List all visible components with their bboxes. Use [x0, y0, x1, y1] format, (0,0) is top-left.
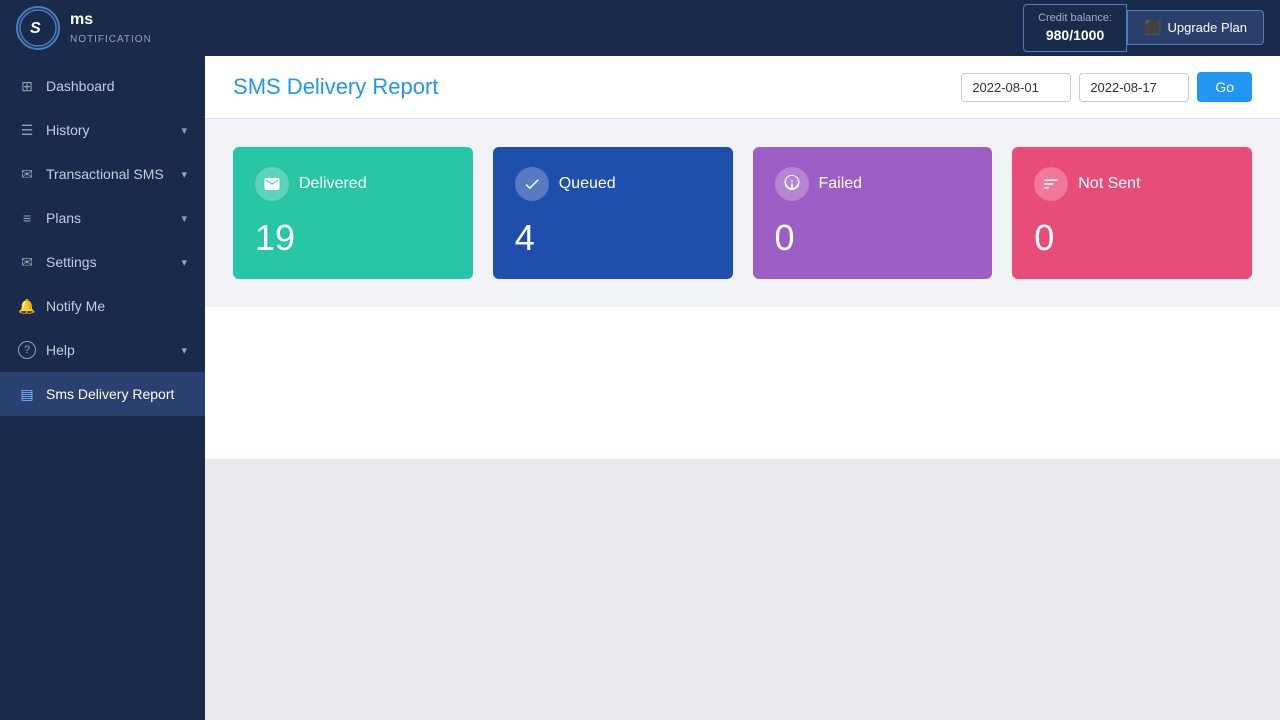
sidebar: ⊞ Dashboard ☰ History ▾ ✉ Transactional …: [0, 56, 205, 720]
notify-me-icon: 🔔: [18, 297, 36, 315]
sidebar-item-sms-delivery-report[interactable]: ▤ Sms Delivery Report: [0, 372, 205, 416]
sidebar-item-label: Help: [46, 342, 75, 358]
not-sent-header: Not Sent: [1034, 167, 1230, 201]
top-bar: S ms NOTIFICATION Credit balance: 980/10…: [0, 0, 1280, 56]
queued-header: Queued: [515, 167, 711, 201]
page-title-s: S: [233, 74, 248, 99]
content-panel: Delivered 19 Queued: [205, 119, 1280, 459]
stats-cards: Delivered 19 Queued: [233, 147, 1252, 279]
transactional-sms-icon: ✉: [18, 165, 36, 183]
not-sent-label: Not Sent: [1078, 175, 1140, 193]
chevron-down-icon: ▾: [181, 168, 187, 181]
dashboard-icon: ⊞: [18, 77, 36, 95]
failed-icon: [775, 167, 809, 201]
settings-icon: ✉: [18, 253, 36, 271]
sidebar-item-label: Notify Me: [46, 298, 105, 314]
logo-icon: S: [16, 6, 60, 50]
queued-value: 4: [515, 217, 711, 259]
date-filter: Go: [961, 72, 1252, 102]
sidebar-item-label: Transactional SMS: [46, 166, 164, 182]
sidebar-item-label: History: [46, 122, 90, 138]
sidebar-item-notify-me[interactable]: 🔔 Notify Me: [0, 284, 205, 328]
delivered-header: Delivered: [255, 167, 451, 201]
credit-amount: 980/1000: [1038, 26, 1112, 46]
delivered-value: 19: [255, 217, 451, 259]
sidebar-item-help[interactable]: ? Help ▾: [0, 328, 205, 372]
stat-card-not-sent: Not Sent 0: [1012, 147, 1252, 279]
not-sent-value: 0: [1034, 217, 1230, 259]
stat-card-failed: Failed 0: [753, 147, 993, 279]
top-right: Credit balance: 980/1000 ⬛ Upgrade Plan: [1023, 4, 1264, 53]
chevron-down-icon: ▾: [181, 212, 187, 225]
sidebar-item-transactional-sms[interactable]: ✉ Transactional SMS ▾: [0, 152, 205, 196]
help-icon: ?: [18, 341, 36, 359]
history-icon: ☰: [18, 121, 36, 139]
failed-label: Failed: [819, 175, 863, 193]
main-layout: ⊞ Dashboard ☰ History ▾ ✉ Transactional …: [0, 56, 1280, 720]
content-header: SMS Delivery Report Go: [205, 56, 1280, 119]
date-to-input[interactable]: [1079, 73, 1189, 102]
not-sent-icon: [1034, 167, 1068, 201]
sidebar-item-label: Settings: [46, 254, 97, 270]
chevron-down-icon: ▾: [181, 124, 187, 137]
stat-card-delivered: Delivered 19: [233, 147, 473, 279]
stat-card-queued: Queued 4: [493, 147, 733, 279]
delivered-icon: [255, 167, 289, 201]
stats-section: Delivered 19 Queued: [205, 119, 1280, 307]
svg-text:S: S: [30, 20, 41, 37]
credit-balance: Credit balance: 980/1000: [1023, 4, 1127, 53]
content-area: SMS Delivery Report Go: [205, 56, 1280, 720]
failed-header: Failed: [775, 167, 971, 201]
sidebar-item-label: Sms Delivery Report: [46, 386, 174, 402]
plans-icon: ≡: [18, 209, 36, 227]
go-button[interactable]: Go: [1197, 72, 1252, 102]
sidebar-item-settings[interactable]: ✉ Settings ▾: [0, 240, 205, 284]
upgrade-icon: ⬛: [1144, 19, 1161, 36]
queued-label: Queued: [559, 175, 616, 193]
chevron-down-icon: ▾: [181, 256, 187, 269]
logo-text: ms NOTIFICATION: [70, 10, 152, 45]
sidebar-item-plans[interactable]: ≡ Plans ▾: [0, 196, 205, 240]
delivered-label: Delivered: [299, 175, 367, 193]
failed-value: 0: [775, 217, 971, 259]
upgrade-plan-button[interactable]: ⬛ Upgrade Plan: [1127, 10, 1264, 45]
sms-delivery-report-icon: ▤: [18, 385, 36, 403]
sidebar-item-label: Dashboard: [46, 78, 115, 94]
date-from-input[interactable]: [961, 73, 1071, 102]
sidebar-item-dashboard[interactable]: ⊞ Dashboard: [0, 64, 205, 108]
sidebar-item-label: Plans: [46, 210, 81, 226]
chevron-down-icon: ▾: [181, 344, 187, 357]
logo-area: S ms NOTIFICATION: [16, 6, 152, 50]
sidebar-item-history[interactable]: ☰ History ▾: [0, 108, 205, 152]
page-title: SMS Delivery Report: [233, 74, 438, 100]
queued-icon: [515, 167, 549, 201]
